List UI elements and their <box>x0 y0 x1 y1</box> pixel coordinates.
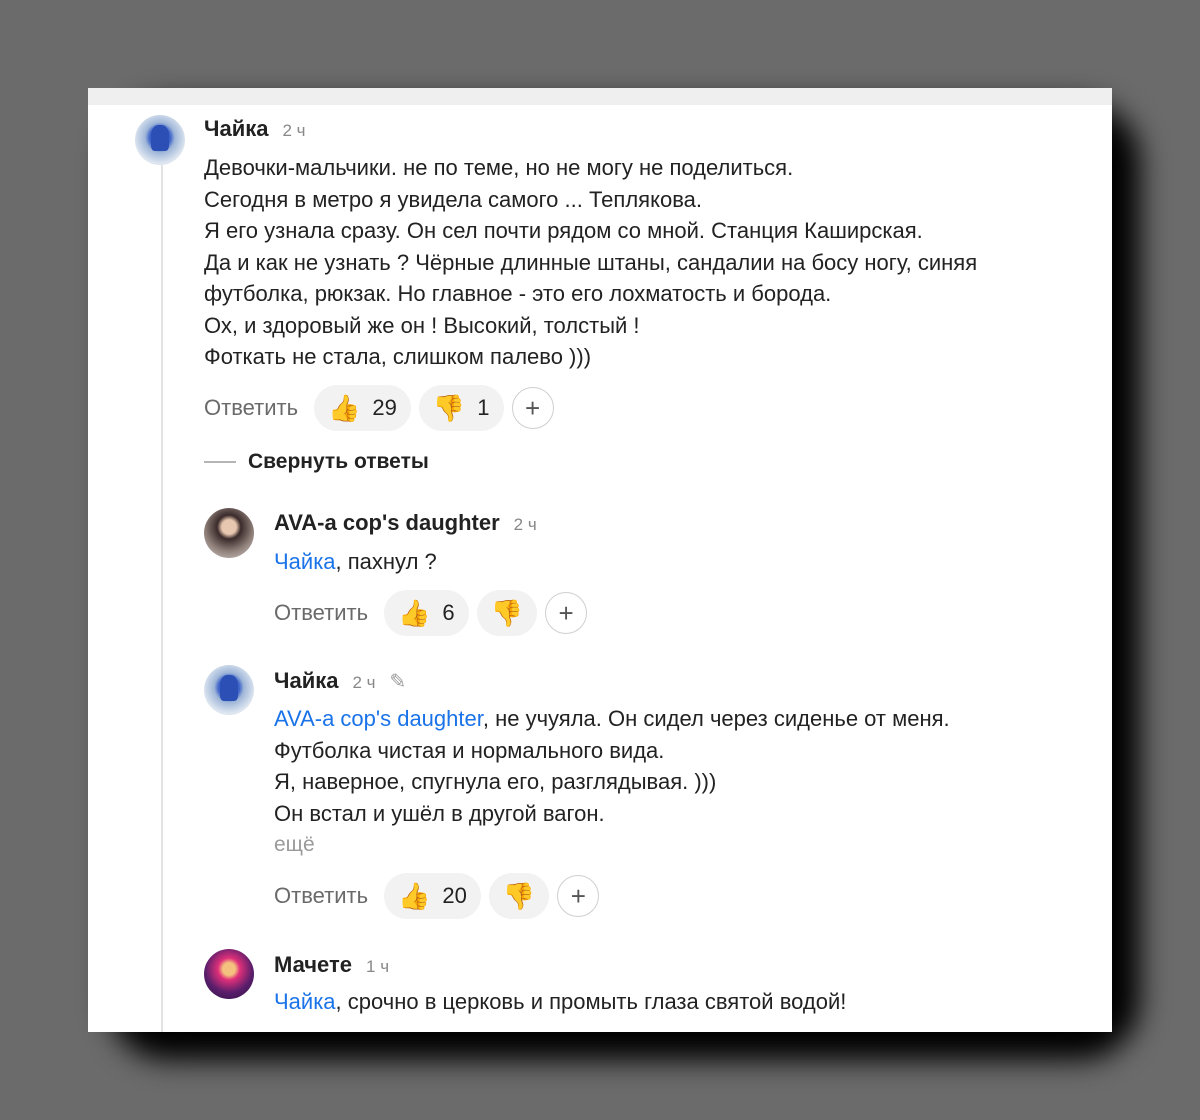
reply-button[interactable]: Ответить <box>274 600 368 626</box>
comment-time: 2 ч <box>513 515 537 534</box>
comment-actions: Ответить 👍 20 👎 + <box>274 873 600 919</box>
comment-line: Ох, и здоровый же он ! Высокий, толстый … <box>204 312 640 338</box>
panel-top-strip <box>88 88 1112 105</box>
dislike-button[interactable]: 👎 <box>476 590 538 636</box>
comment-text: Девочки-мальчики. не по теме, но не могу… <box>204 152 977 373</box>
comment-text: AVA-a cop's daughter, не учуяла. Он сиде… <box>274 703 950 861</box>
comment-text: Чайка, срочно в церковь и промыть глаза … <box>274 986 846 1018</box>
comment-line: Я, наверное, спугнула его, разглядывая. … <box>274 769 717 794</box>
comment-line: Да и как не узнать ? Чёрные длинные штан… <box>204 249 978 275</box>
add-reaction-button[interactable]: + <box>557 875 600 917</box>
plus-icon: + <box>524 392 541 423</box>
mention-link[interactable]: Чайка <box>274 989 336 1014</box>
comment-time: 2 ч <box>352 673 376 692</box>
comment-line: Сегодня в метро я увидела самого ... Теп… <box>204 186 702 212</box>
comment-actions: Ответить 👍 29 👎 1 + <box>204 385 554 431</box>
like-count: 20 <box>442 883 467 908</box>
comment-line: Девочки-мальчики. не по теме, но не могу… <box>204 155 794 180</box>
comment-header: Мачете 1 ч <box>274 952 389 978</box>
mention-link[interactable]: AVA-a cop's daughter <box>274 706 483 731</box>
like-button[interactable]: 👍 20 <box>384 873 481 919</box>
like-count: 29 <box>372 395 397 420</box>
dislike-count: 1 <box>477 395 490 420</box>
comment-text: Чайка, пахнул ? <box>274 546 437 578</box>
comment-header: Чайка 2 ч <box>204 116 306 142</box>
plus-icon: + <box>558 597 574 628</box>
comment-header: Чайка 2 ч ✎ <box>274 668 406 694</box>
comment-actions: Ответить 👍 6 👎 + <box>274 590 588 636</box>
comment-header: AVA-a cop's daughter 2 ч <box>274 510 537 536</box>
comment-line: Он встал и ушёл в другой вагон. <box>274 800 605 826</box>
author-name[interactable]: AVA-a cop's daughter <box>274 510 500 536</box>
pencil-icon: ✎ <box>389 671 407 693</box>
thumbs-up-icon: 👍 <box>328 393 361 423</box>
comment-time: 2 ч <box>282 121 306 140</box>
like-count: 6 <box>442 600 455 625</box>
avatar[interactable] <box>204 508 254 558</box>
reply-button[interactable]: Ответить <box>204 395 298 421</box>
comment-line: , не учуяла. Он сидел через сиденье от м… <box>482 706 950 731</box>
thumbs-up-icon: 👍 <box>398 598 431 628</box>
avatar[interactable] <box>135 115 185 165</box>
collapse-dash-icon <box>204 461 236 463</box>
thumbs-up-icon: 👍 <box>398 881 431 911</box>
comment-line: Фоткать не стала, слишком палево ))) <box>204 344 592 369</box>
comment-line: Я его узнала сразу. Он сел почти рядом с… <box>204 218 923 243</box>
mention-link[interactable]: Чайка <box>274 549 336 574</box>
avatar[interactable] <box>204 949 254 999</box>
collapse-replies-button[interactable]: Свернуть ответы <box>204 450 429 474</box>
plus-icon: + <box>570 880 586 911</box>
comment-time: 1 ч <box>366 957 390 976</box>
comment-line: , пахнул ? <box>335 549 437 574</box>
dislike-button[interactable]: 👎 <box>488 873 550 919</box>
thumbs-down-icon: 👎 <box>432 393 466 423</box>
collapse-replies-label: Свернуть ответы <box>248 450 429 473</box>
avatar[interactable] <box>204 665 254 715</box>
comment-line: , срочно в церковь и промыть глаза свято… <box>335 989 847 1014</box>
author-name[interactable]: Мачете <box>274 952 352 978</box>
reply-button[interactable]: Ответить <box>274 883 368 909</box>
comment-line: футболка, рюкзак. Но главное - это его л… <box>204 281 832 306</box>
add-reaction-button[interactable]: + <box>545 592 588 634</box>
comment-line: Футболка чистая и нормального вида. <box>274 737 665 763</box>
dislike-button[interactable]: 👎 1 <box>418 385 504 431</box>
add-reaction-button[interactable]: + <box>511 387 554 429</box>
thumbs-down-icon: 👎 <box>502 881 536 911</box>
author-name[interactable]: Чайка <box>274 668 338 694</box>
like-button[interactable]: 👍 6 <box>384 590 469 636</box>
show-more-link[interactable]: ещё <box>274 829 950 861</box>
author-name[interactable]: Чайка <box>204 116 268 142</box>
comments-panel: Чайка 2 ч Девочки-мальчики. не по теме, … <box>88 88 1112 1032</box>
like-button[interactable]: 👍 29 <box>314 385 411 431</box>
thumbs-down-icon: 👎 <box>490 598 524 628</box>
thread-line <box>161 150 163 1032</box>
